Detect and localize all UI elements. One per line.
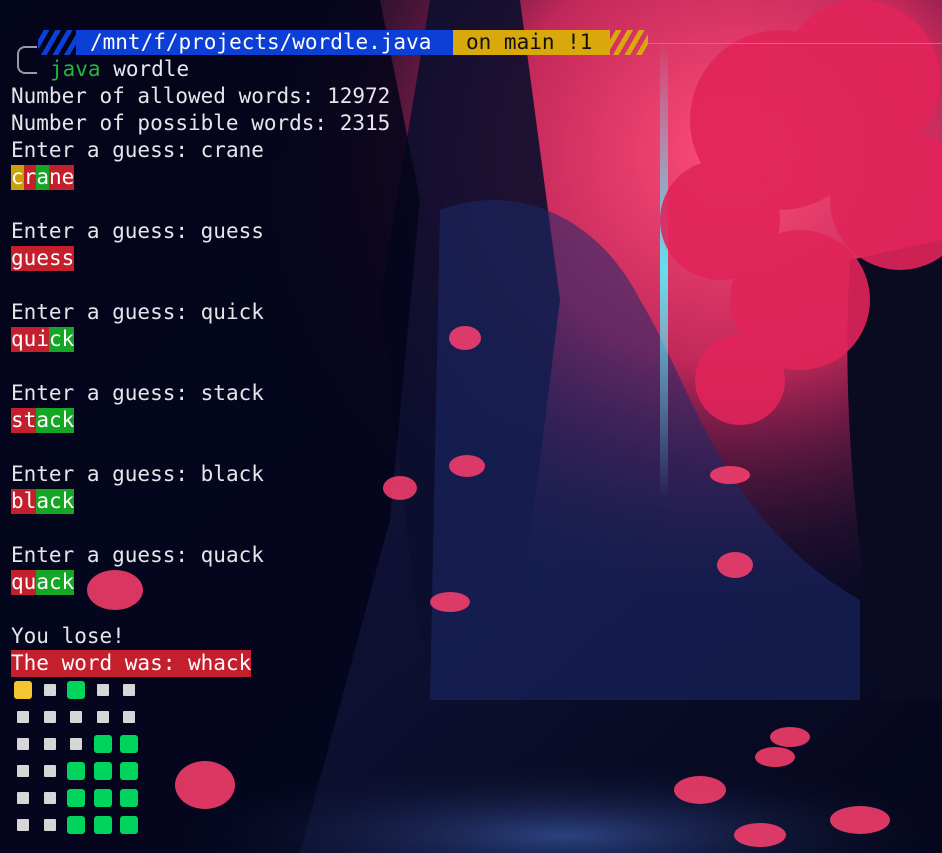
grid-square-white — [96, 684, 109, 696]
lose-message: You lose! — [11, 624, 125, 648]
prompt-git-segment: on main !1 — [453, 30, 610, 55]
guess-feedback: black — [11, 488, 75, 515]
command-line: java wordle — [50, 56, 189, 83]
feedback-letter: u — [23, 570, 37, 595]
guess-input-word: black — [200, 462, 264, 486]
grid-square-white — [17, 765, 29, 777]
feedback-letter: c — [48, 327, 62, 352]
feedback-letter: s — [48, 246, 62, 271]
guess-feedback: stack — [11, 407, 75, 434]
grid-square-green — [93, 816, 112, 834]
prompt-right-stripes — [610, 30, 648, 55]
grid-square-green — [67, 762, 85, 780]
prompt-path-segment: /mnt/f/projects/wordle.java — [76, 30, 453, 55]
feedback-letter: a — [36, 489, 49, 514]
feedback-letter: k — [61, 489, 75, 514]
grid-square-white — [17, 819, 29, 831]
grid-square-white — [43, 819, 56, 831]
prompt-bracket — [17, 46, 37, 74]
guess-prompt-label: Enter a guess: — [11, 138, 201, 162]
feedback-letter: l — [23, 489, 37, 514]
prompt-rule — [648, 43, 942, 44]
grid-square-white — [17, 711, 29, 723]
grid-square-white — [70, 711, 82, 723]
grid-square-yellow — [14, 681, 32, 699]
prompt-left-stripes — [38, 30, 76, 55]
guess-feedback: quack — [11, 569, 75, 596]
possible-words-line: Number of possible words: 2315 — [11, 111, 391, 135]
reveal-banner: The word was: whack — [11, 650, 252, 677]
feedback-letter: k — [61, 408, 75, 433]
grid-square-green — [120, 789, 138, 807]
feedback-letter: a — [36, 408, 49, 433]
guess-prompt-line: Enter a guess: guess — [11, 218, 264, 245]
grid-square-green — [120, 762, 138, 780]
feedback-letter: n — [48, 165, 62, 190]
command-name: java — [50, 57, 101, 81]
grid-square-white — [123, 684, 135, 696]
guess-prompt-label: Enter a guess: — [11, 300, 201, 324]
grid-square-white — [17, 792, 29, 804]
feedback-letter: a — [36, 570, 49, 595]
grid-square-green — [93, 735, 112, 753]
feedback-letter: e — [36, 246, 49, 271]
guess-input-word: quick — [200, 300, 264, 324]
feedback-letter: c — [48, 570, 62, 595]
feedback-letter: k — [61, 570, 75, 595]
grid-square-green — [67, 681, 85, 699]
grid-square-white — [43, 792, 56, 804]
guess-prompt-line: Enter a guess: quack — [11, 542, 264, 569]
guess-prompt-label: Enter a guess: — [11, 543, 201, 567]
feedback-letter: c — [48, 408, 62, 433]
grid-square-white — [43, 684, 56, 696]
guess-prompt-label: Enter a guess: — [11, 381, 201, 405]
terminal-window[interactable]: /mnt/f/projects/wordle.java on main !1 j… — [0, 0, 942, 853]
feedback-letter: s — [61, 246, 75, 271]
feedback-letter: c — [11, 165, 24, 190]
guess-input-word: guess — [200, 219, 264, 243]
feedback-letter: q — [11, 570, 24, 595]
guess-prompt-label: Enter a guess: — [11, 219, 201, 243]
grid-square-white — [123, 711, 135, 723]
grid-square-white — [70, 738, 82, 750]
guess-feedback: quick — [11, 326, 75, 353]
guess-feedback: crane — [11, 164, 75, 191]
feedback-letter: c — [48, 489, 62, 514]
feedback-letter: t — [23, 408, 37, 433]
feedback-letter: s — [11, 408, 24, 433]
guess-prompt-line: Enter a guess: quick — [11, 299, 264, 326]
grid-square-white — [43, 765, 56, 777]
guess-input-word: stack — [200, 381, 264, 405]
grid-square-green — [67, 789, 85, 807]
grid-square-white — [43, 711, 56, 723]
grid-square-white — [43, 738, 56, 750]
guess-prompt-line: Enter a guess: black — [11, 461, 264, 488]
guess-prompt-line: Enter a guess: stack — [11, 380, 264, 407]
guess-prompt-label: Enter a guess: — [11, 462, 201, 486]
feedback-letter: g — [11, 246, 24, 271]
allowed-words-line: Number of allowed words: 12972 — [11, 84, 391, 108]
feedback-letter: b — [11, 489, 24, 514]
feedback-letter: e — [61, 165, 75, 190]
guess-input-word: quack — [200, 543, 264, 567]
guess-feedback: guess — [11, 245, 75, 272]
command-argument: wordle — [113, 57, 190, 81]
reveal-line: The word was: whack — [11, 650, 252, 677]
grid-square-green — [120, 816, 138, 834]
feedback-letter: u — [23, 246, 37, 271]
guess-prompt-line: Enter a guess: crane — [11, 137, 264, 164]
feedback-letter: q — [11, 327, 24, 352]
grid-square-green — [93, 762, 112, 780]
feedback-letter: k — [61, 327, 75, 352]
feedback-letter: a — [36, 165, 49, 190]
feedback-letter: i — [36, 327, 49, 352]
feedback-letter: r — [23, 165, 37, 190]
guess-input-word: crane — [200, 138, 264, 162]
grid-square-green — [120, 735, 138, 753]
grid-square-green — [93, 789, 112, 807]
grid-square-green — [67, 816, 85, 834]
feedback-letter: u — [23, 327, 37, 352]
grid-square-white — [96, 711, 109, 723]
grid-square-white — [17, 738, 29, 750]
